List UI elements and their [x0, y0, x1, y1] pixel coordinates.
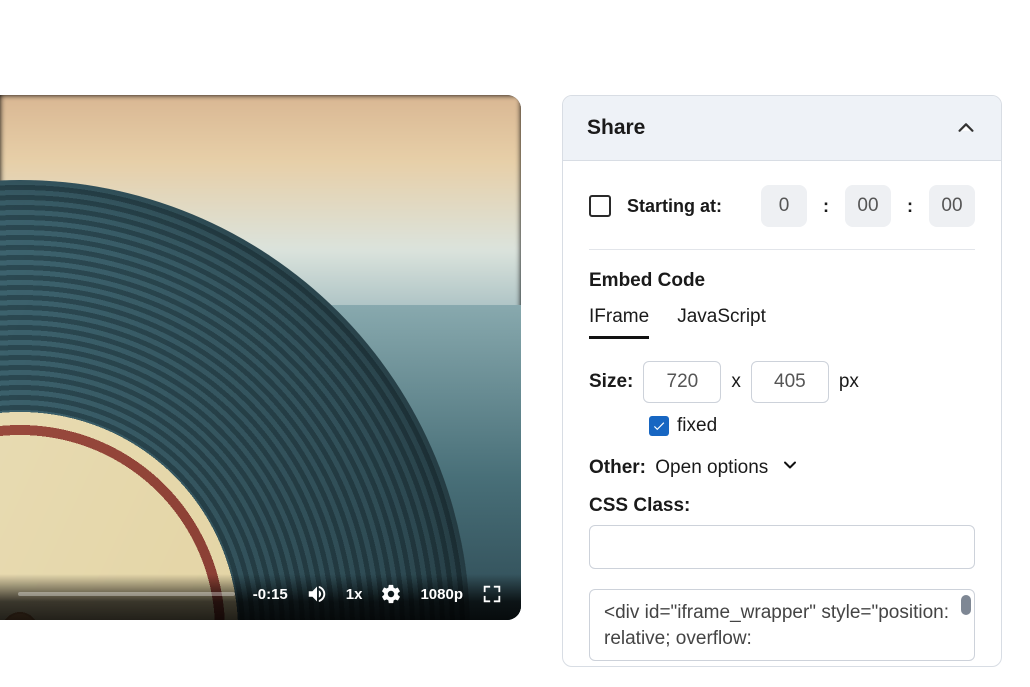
- video-thumbnail: [0, 95, 521, 620]
- tab-javascript[interactable]: JavaScript: [677, 306, 766, 339]
- size-label: Size:: [589, 371, 633, 393]
- starting-at-row: Starting at: : :: [589, 185, 975, 227]
- starting-at-label: Starting at:: [627, 196, 722, 217]
- settings-gear-icon[interactable]: [380, 583, 402, 605]
- progress-bar[interactable]: [18, 592, 235, 596]
- embed-tabs: IFrame JavaScript: [589, 306, 975, 339]
- other-row: Other: Open options: [589, 455, 975, 481]
- fullscreen-icon[interactable]: [481, 583, 503, 605]
- size-height-input[interactable]: [751, 361, 829, 403]
- open-options-link[interactable]: Open options: [655, 457, 768, 478]
- embed-code-title: Embed Code: [589, 270, 975, 292]
- chevron-up-icon[interactable]: [955, 117, 977, 139]
- css-class-input[interactable]: [589, 525, 975, 569]
- css-class-label: CSS Class:: [589, 495, 975, 517]
- other-label: Other:: [589, 457, 646, 478]
- playback-speed[interactable]: 1x: [346, 586, 363, 603]
- share-title: Share: [587, 116, 645, 140]
- player-controls: -0:15 1x 1080p: [0, 574, 521, 620]
- size-x: x: [731, 371, 741, 393]
- time-colon-1: :: [823, 196, 829, 217]
- start-seconds-input[interactable]: [929, 185, 975, 227]
- scrollbar-thumb[interactable]: [961, 595, 971, 615]
- size-width-input[interactable]: [643, 361, 721, 403]
- start-minutes-input[interactable]: [845, 185, 891, 227]
- fixed-checkbox[interactable]: [649, 416, 669, 436]
- time-colon-2: :: [907, 196, 913, 217]
- time-remaining: -0:15: [253, 586, 288, 603]
- size-row: Size: x px: [589, 361, 975, 403]
- fixed-row: fixed: [649, 415, 975, 437]
- tab-iframe[interactable]: IFrame: [589, 306, 649, 339]
- embed-code-wrap: [589, 589, 975, 666]
- volume-icon[interactable]: [306, 583, 328, 605]
- chevron-down-icon[interactable]: [780, 455, 800, 481]
- starting-at-checkbox[interactable]: [589, 195, 611, 217]
- embed-code-textarea[interactable]: [589, 589, 975, 661]
- size-unit: px: [839, 371, 859, 393]
- quality-label[interactable]: 1080p: [420, 586, 463, 603]
- share-panel-header[interactable]: Share: [563, 96, 1001, 161]
- fixed-label: fixed: [677, 415, 717, 437]
- video-player[interactable]: -0:15 1x 1080p: [0, 95, 521, 620]
- divider: [589, 249, 975, 250]
- start-hours-input[interactable]: [761, 185, 807, 227]
- share-panel: Share Starting at: : : Embed Code IFrame…: [562, 95, 1002, 667]
